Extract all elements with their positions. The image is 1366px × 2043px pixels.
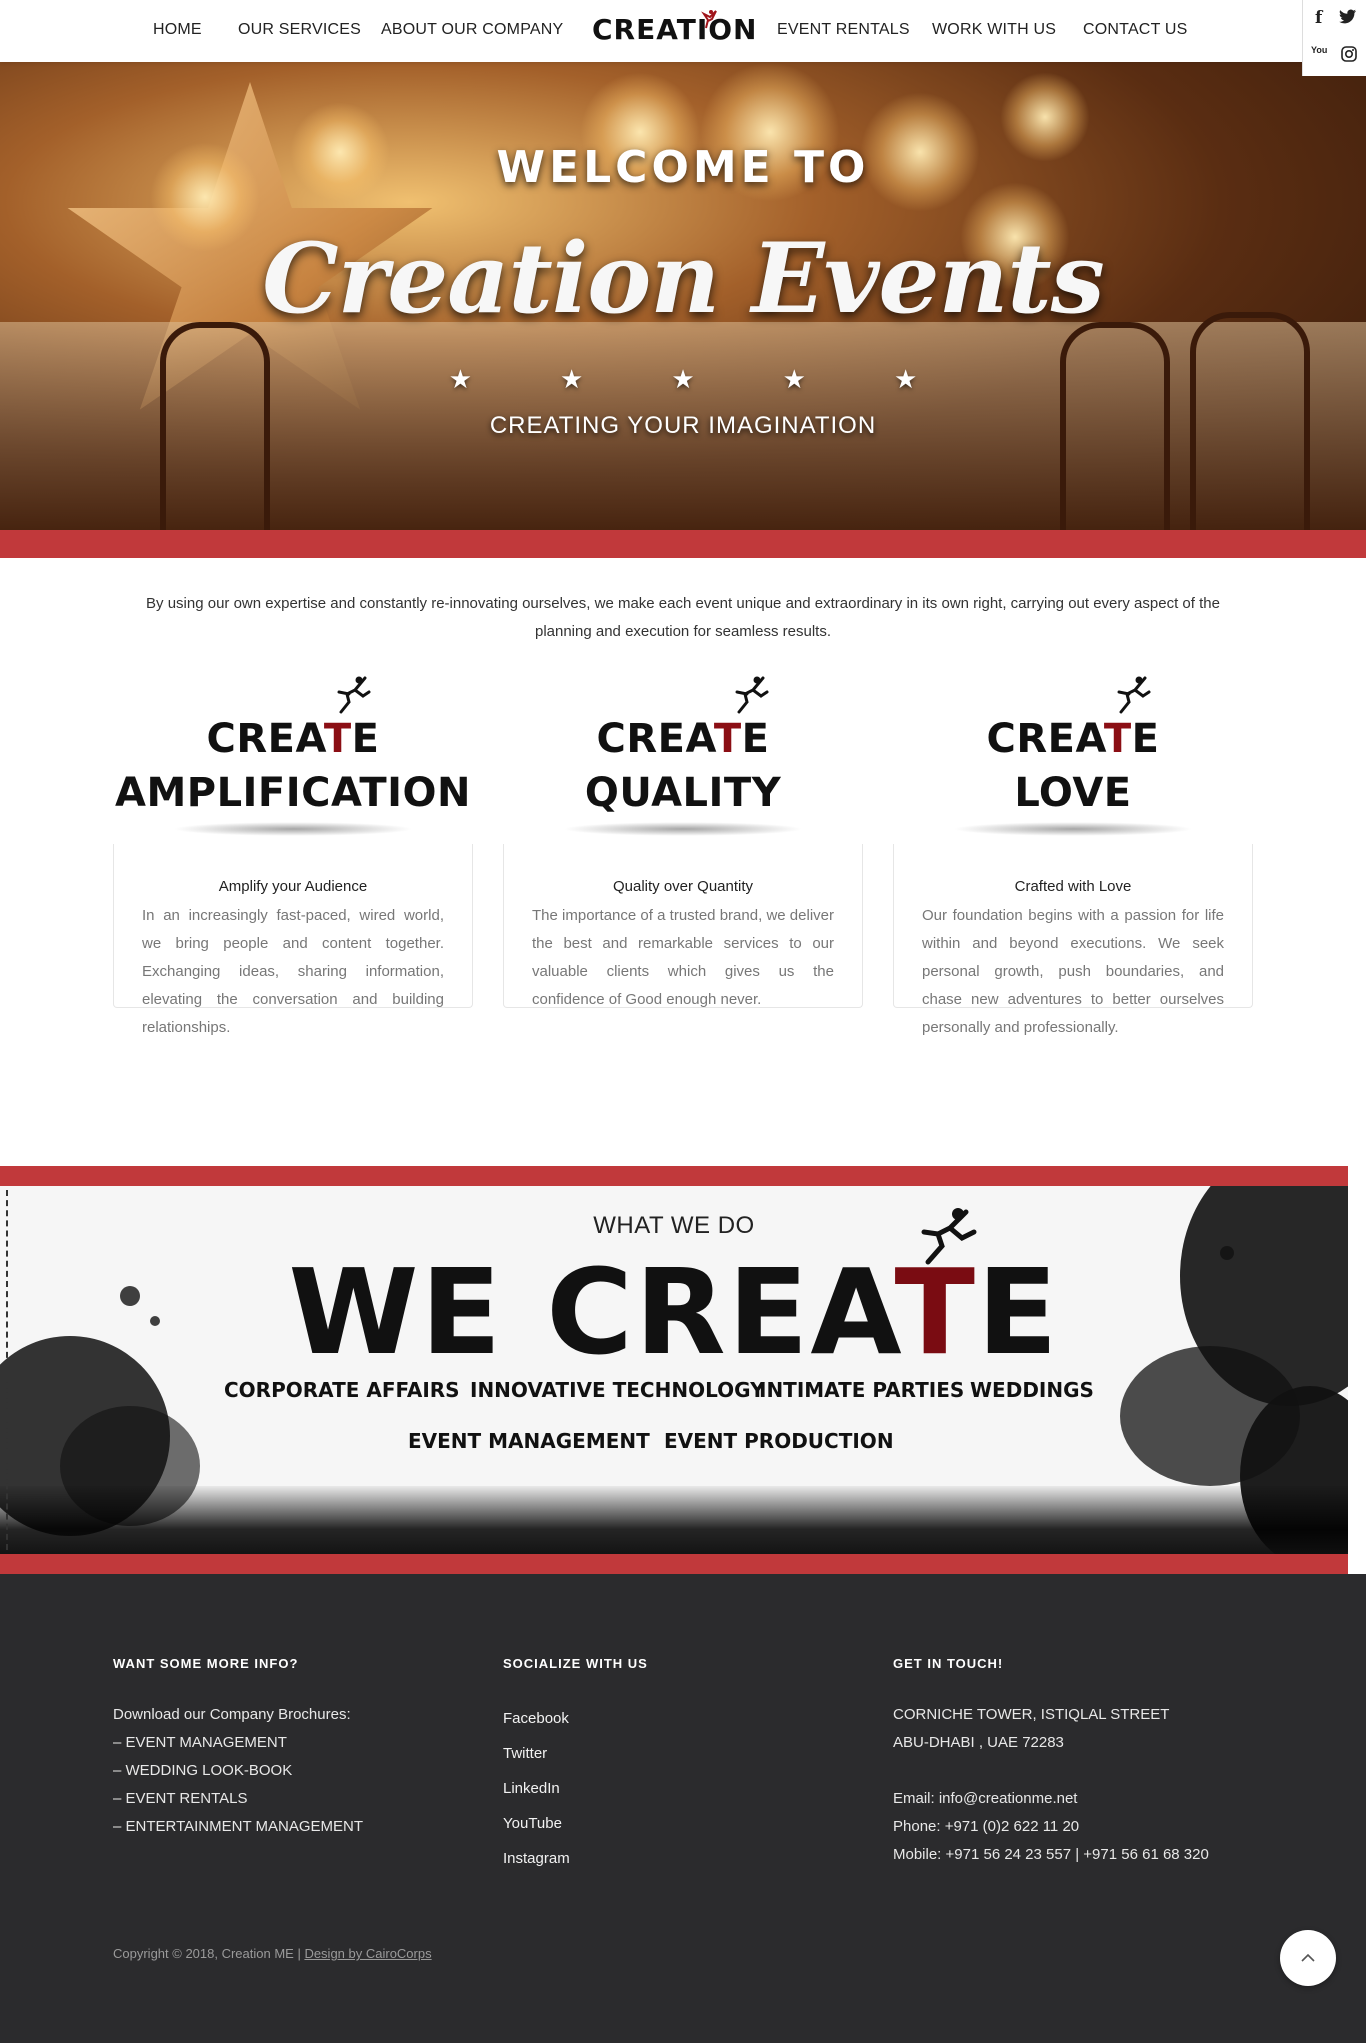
nav-contact-us[interactable]: CONTACT US [1083, 21, 1188, 39]
back-to-top-button[interactable] [1280, 1930, 1336, 1986]
brochure-link-event-rentals[interactable]: – EVENT RENTALS [113, 1785, 473, 1813]
dancer-icon [735, 676, 769, 714]
footer-heading: WANT SOME MORE INFO? [113, 1656, 299, 1671]
instagram-icon[interactable] [1341, 46, 1357, 65]
feature-title: Amplify your Audience [218, 878, 368, 895]
site-footer: WANT SOME MORE INFO? Download our Compan… [0, 1574, 1366, 2043]
copyright-text: Copyright © 2018, Creation ME | [113, 1946, 305, 1961]
social-link-twitter[interactable]: Twitter [503, 1736, 863, 1771]
service-event-management: EVENT MANAGEMENT [408, 1429, 650, 1453]
brochure-link-wedding-look-book[interactable]: – WEDDING LOOK-BOOK [113, 1757, 473, 1785]
footer-heading: SOCIALIZE WITH US [503, 1656, 648, 1671]
nav-event-rentals[interactable]: EVENT RENTALS [777, 21, 910, 39]
hero-tagline: CREATING YOUR IMAGINATION [489, 412, 877, 439]
hero-title: Creation Events [262, 222, 1105, 335]
service-innovative-technology: INNOVATIVE TECHNOLOGY [470, 1378, 765, 1402]
design-credit-link[interactable]: Design by CairoCorps [304, 1946, 431, 1961]
contact-mobile[interactable]: Mobile: +971 56 24 23 557 | +971 56 61 6… [893, 1841, 1253, 1869]
feature-title: Crafted with Love [1014, 878, 1132, 895]
service-weddings: WEDDINGS [970, 1378, 1094, 1402]
heading-shadow [173, 822, 413, 836]
feature-text: Our foundation begins with a passion for… [922, 907, 1224, 1036]
hero-banner: WELCOME TO Creation Events ★★★★★ CREATIN… [0, 62, 1366, 530]
hero-welcome-text: WELCOME TO [496, 142, 870, 193]
dancer-logo-icon [701, 10, 717, 29]
feature-title: Quality over Quantity [612, 878, 754, 895]
nav-our-services[interactable]: OUR SERVICES [238, 21, 361, 39]
heading-shadow [563, 822, 803, 836]
social-link-instagram[interactable]: Instagram [503, 1841, 863, 1876]
service-corporate-affairs: CORPORATE AFFAIRS [224, 1378, 460, 1402]
red-divider-band [0, 1554, 1348, 1574]
feature-heading: CREATE LOVE [986, 716, 1160, 816]
what-we-do-banner: WHAT WE DO WE CREATE CORPORATE AFFAIRS I… [0, 1186, 1348, 1556]
hero-stars-row: ★★★★★ [448, 364, 1006, 394]
feature-heading: CREATE AMPLIFICATION [114, 716, 471, 816]
red-divider-band [0, 530, 1366, 558]
social-link-youtube[interactable]: YouTube [503, 1806, 863, 1841]
we-create-heading: WE CREATE [288, 1243, 1060, 1381]
what-we-do-label: WHAT WE DO [593, 1212, 755, 1239]
intro-paragraph: By using our own expertise and constantl… [146, 595, 1220, 640]
top-navigation: HOME OUR SERVICES ABOUT OUR COMPANY CREA… [0, 0, 1366, 76]
feature-heading: CREATE QUALITY [584, 716, 782, 816]
nav-work-with-us[interactable]: WORK WITH US [932, 21, 1056, 39]
red-divider-band [0, 1166, 1348, 1186]
social-link-linkedin[interactable]: LinkedIn [503, 1771, 863, 1806]
brochures-intro: Download our Company Brochures: [113, 1706, 351, 1723]
twitter-icon[interactable] [1339, 9, 1357, 27]
ink-ground [0, 1486, 1348, 1556]
logo-text: CREATION [592, 13, 758, 46]
service-intimate-parties: INTIMATE PARTIES [759, 1378, 965, 1402]
address-line-1: CORNICHE TOWER, ISTIQLAL STREET [893, 1706, 1170, 1723]
dancer-icon [337, 676, 371, 714]
contact-phone[interactable]: Phone: +971 (0)2 622 11 20 [893, 1813, 1253, 1841]
site-logo[interactable]: CREATION [592, 10, 757, 52]
footer-info-column: WANT SOME MORE INFO? Download our Compan… [113, 1656, 473, 1841]
service-event-production: EVENT PRODUCTION [664, 1429, 894, 1453]
brochure-link-event-management[interactable]: – EVENT MANAGEMENT [113, 1729, 473, 1757]
feature-text: In an increasingly fast-paced, wired wor… [142, 907, 444, 1036]
copyright-notice: Copyright © 2018, Creation ME | Design b… [113, 1946, 432, 1961]
facebook-icon[interactable]: f [1315, 8, 1322, 28]
contact-email[interactable]: Email: info@creationme.net [893, 1785, 1253, 1813]
dancer-icon [1117, 676, 1151, 714]
footer-social-column: SOCIALIZE WITH US Facebook Twitter Linke… [503, 1656, 863, 1876]
chevron-up-icon [1301, 1954, 1315, 1962]
footer-heading: GET IN TOUCH! [893, 1656, 1004, 1671]
social-icons-top: f You [1302, 0, 1366, 76]
social-link-facebook[interactable]: Facebook [503, 1701, 863, 1736]
footer-contact-column: GET IN TOUCH! CORNICHE TOWER, ISTIQLAL S… [893, 1656, 1253, 1869]
address-line-2: ABU-DHABI , UAE 72283 [893, 1734, 1064, 1751]
feature-text: The importance of a trusted brand, we de… [532, 907, 834, 1008]
nav-about-our-company[interactable]: ABOUT OUR COMPANY [381, 21, 563, 39]
nav-home[interactable]: HOME [153, 21, 202, 39]
brochure-link-entertainment-management[interactable]: – ENTERTAINMENT MANAGEMENT [113, 1813, 473, 1841]
heading-shadow [953, 822, 1193, 836]
youtube-icon[interactable]: You [1311, 46, 1327, 55]
